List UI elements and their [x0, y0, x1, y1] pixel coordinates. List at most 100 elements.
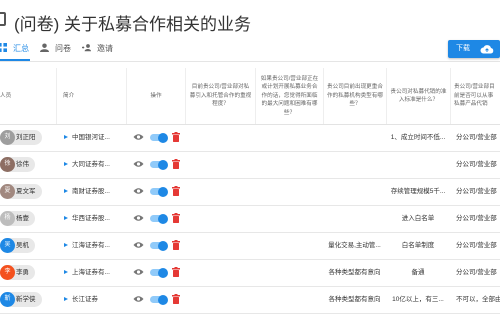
answer-q5: 分公司/营业部	[456, 242, 497, 249]
trash-icon[interactable]	[172, 294, 180, 304]
visibility-toggle[interactable]	[150, 213, 168, 224]
expand-arrow-icon	[64, 162, 68, 166]
brief-cell[interactable]: 长江证券	[64, 286, 122, 313]
member-chip[interactable]: 吴吴机	[0, 238, 35, 253]
toggle-knob	[158, 132, 168, 143]
member-name: 徐伟	[16, 161, 29, 168]
member-chip[interactable]: 杨杨壹	[0, 211, 35, 226]
page-title: (问卷) 关于私募合作相关的业务	[14, 15, 252, 34]
expand-arrow-icon	[64, 135, 68, 139]
trash-icon[interactable]	[172, 132, 180, 142]
expand-arrow-icon	[64, 216, 68, 220]
brief-text: 长江证券	[72, 296, 98, 303]
person-icon	[40, 43, 49, 52]
trash-icon[interactable]	[172, 159, 180, 169]
eye-icon[interactable]	[133, 160, 144, 168]
tab-questionnaire-label: 问卷	[55, 44, 71, 53]
brief-cell[interactable]: 华西证券股...	[64, 205, 122, 232]
brief-cell[interactable]: 南财证券股...	[64, 178, 122, 205]
header-q2: 如果贵公司/营业部正在或计划开展私募业务合作的话，您觉得所面临的最大问题和困难有…	[255, 68, 323, 124]
table-row: 夏夏文军 南财证券股... 存续管理规模5千... 分公司/营业部	[0, 178, 500, 206]
member-name: 杨壹	[16, 215, 29, 222]
answer-q4: 备通	[411, 269, 425, 276]
answer-q3: 各种类型都有意向	[328, 296, 381, 303]
table-header: 人员 简介 操作 目前贵公司/营业部对私募引入和托管合作的重视程度？ 如果贵公司…	[0, 68, 500, 125]
table-row: 徐徐伟 大同证券有... 分公司/营业部	[0, 151, 500, 179]
brief-text: 南财证券股...	[72, 188, 110, 195]
toggle-knob	[158, 294, 168, 305]
eye-icon[interactable]	[133, 295, 144, 303]
toggle-knob	[158, 186, 168, 197]
avatar: 夏	[0, 184, 15, 199]
answer-q5: 分公司/营业部	[456, 161, 497, 168]
avatar: 杨	[0, 211, 15, 226]
answer-q5: 分公司/营业部	[456, 215, 497, 222]
visibility-toggle[interactable]	[150, 186, 168, 197]
tab-invite-label: 邀请	[97, 44, 113, 53]
member-chip[interactable]: 靳靳学侠	[0, 292, 42, 307]
trash-icon[interactable]	[172, 213, 180, 223]
header-brief: 简介	[56, 68, 126, 124]
download-button[interactable]: 下载	[448, 40, 500, 58]
eye-icon[interactable]	[133, 268, 144, 276]
grid-icon	[0, 43, 7, 52]
person-add-icon	[82, 44, 91, 52]
toggle-knob	[158, 267, 168, 278]
member-chip[interactable]: 刘刘正阳	[0, 130, 42, 145]
member-name: 吴机	[16, 242, 29, 249]
eye-icon[interactable]	[133, 187, 144, 195]
table-row: 吴吴机 江海证券有... 量化交易,主动管... 白名单制度 分公司/营业部	[0, 232, 500, 260]
tab-summary[interactable]: 汇总	[0, 38, 29, 60]
brief-text: 华西证券股...	[72, 215, 110, 222]
member-name: 夏文军	[16, 188, 36, 195]
expand-arrow-icon	[64, 243, 68, 247]
eye-icon[interactable]	[133, 241, 144, 249]
brief-cell[interactable]: 上海证券有...	[64, 259, 122, 286]
toggle-knob	[158, 240, 168, 251]
tab-invite[interactable]: 邀请	[82, 38, 113, 60]
header-member: 人员	[0, 92, 12, 99]
header-action: 操作	[126, 68, 185, 124]
avatar: 靳	[0, 292, 15, 307]
answer-q3	[323, 151, 386, 178]
table-row: 刘刘正阳 中国银河证... 1、成立时间不低... 分公司/营业部	[0, 124, 500, 152]
trash-icon[interactable]	[172, 186, 180, 196]
brief-text: 上海证券有...	[72, 269, 110, 276]
visibility-toggle[interactable]	[150, 267, 168, 278]
trash-icon[interactable]	[172, 267, 180, 277]
visibility-toggle[interactable]	[150, 240, 168, 251]
cloud-upload-icon	[480, 45, 494, 54]
avatar: 刘	[0, 130, 15, 145]
table-row: 靳靳学侠 长江证券 各种类型都有意向 10亿以上，有三... 不可以，全部由	[0, 286, 500, 314]
brief-text: 大同证券有...	[72, 161, 110, 168]
brief-cell[interactable]: 大同证券有...	[64, 151, 122, 178]
expand-arrow-icon	[64, 297, 68, 301]
tab-bar: 汇总 问卷 邀请	[0, 38, 440, 60]
header-q1: 目前贵公司/营业部对私募引入和托管合作的重视程度？	[185, 68, 255, 124]
avatar: 李	[0, 265, 15, 280]
answer-q3	[323, 124, 386, 151]
answer-q4: 10亿以上，有三...	[392, 296, 444, 303]
eye-icon[interactable]	[133, 214, 144, 222]
download-label: 下载	[456, 45, 470, 52]
answer-q3: 各种类型都有意向	[328, 269, 381, 276]
table-row: 李李勇 上海证券有... 各种类型都有意向 备通 分公司/营业部	[0, 259, 500, 287]
toggle-knob	[158, 213, 168, 224]
brief-cell[interactable]: 江海证券有...	[64, 232, 122, 259]
answer-q5: 不可以，全部由	[456, 296, 500, 303]
avatar: 徐	[0, 157, 15, 172]
member-chip[interactable]: 夏夏文军	[0, 184, 42, 199]
brief-cell[interactable]: 中国银河证...	[64, 124, 122, 151]
answer-q4: 存续管理规模5千...	[390, 188, 446, 195]
toggle-knob	[158, 159, 168, 170]
trash-icon[interactable]	[172, 240, 180, 250]
member-chip[interactable]: 徐徐伟	[0, 157, 35, 172]
member-chip[interactable]: 李李勇	[0, 265, 35, 280]
eye-icon[interactable]	[133, 133, 144, 141]
visibility-toggle[interactable]	[150, 294, 168, 305]
tab-questionnaire[interactable]: 问卷	[40, 38, 71, 60]
visibility-toggle[interactable]	[150, 159, 168, 170]
visibility-toggle[interactable]	[150, 132, 168, 143]
answer-q3	[323, 205, 386, 232]
member-name: 李勇	[16, 269, 29, 276]
